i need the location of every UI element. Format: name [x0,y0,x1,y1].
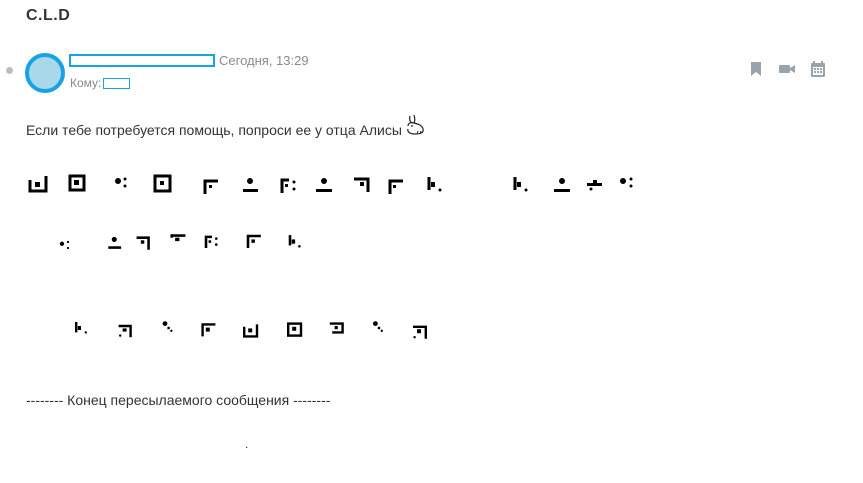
cipher-glyph [204,235,218,248]
trailing-mark: . [245,437,249,451]
message-date: Сегодня, 13:29 [219,53,309,68]
cipher-glyph [108,236,122,249]
message-body: Если тебе потребуется помощь, попроси ее… [26,114,426,138]
cipher-glyph [288,235,301,248]
cipher-glyph [59,240,70,250]
cipher-glyph [287,322,303,337]
recipient-redacted[interactable] [103,78,131,89]
cipher-glyph [28,176,48,193]
cipher-glyph [246,234,261,248]
cipher-glyph [170,234,186,242]
calendar-icon[interactable] [810,61,826,77]
cipher-glyph [373,321,383,332]
sender-name-redacted[interactable] [69,54,215,67]
cipher-glyph [513,177,528,192]
avatar[interactable] [25,53,65,93]
message-subject: C.L.D [26,7,71,24]
cipher-glyph [115,177,127,188]
cipher-glyph [118,324,132,338]
cipher-glyph [243,324,259,338]
recipient-label: Кому: [70,76,102,90]
unread-indicator[interactable] [6,67,13,74]
cipher-glyph [354,177,370,192]
cipher-glyph [280,178,296,193]
cipher-glyph [153,174,172,193]
recipient-row: Кому: [70,76,131,90]
cipher-glyph [243,178,258,192]
cipher-glyph [329,322,344,334]
cipher-glyph [413,325,427,339]
cipher-line-2 [59,234,301,250]
cipher-glyph [75,322,87,334]
cipher-line-3 [75,321,427,339]
cipher-glyph [620,177,633,188]
cipher-glyph [427,177,442,192]
cipher-glyph [316,178,332,192]
cipher-line-1 [28,174,633,194]
cipher-glyph [136,236,150,250]
rabbit-icon [407,114,424,135]
cipher-glyph [203,179,218,194]
video-icon[interactable] [779,61,795,77]
bookmark-icon[interactable] [748,61,764,77]
cipher-glyph [162,321,173,332]
cipher-glyph [587,180,602,191]
message-body-text: Если тебе потребуется помощь, попроси ее… [26,122,402,138]
cipher-glyph [388,179,403,194]
message-actions [748,61,826,77]
cipher-glyph [68,174,86,192]
cipher-glyph [201,323,216,337]
forwarded-footer: -------- Конец пересылаемого сообщения -… [26,392,331,408]
cipher-glyph [554,178,570,192]
